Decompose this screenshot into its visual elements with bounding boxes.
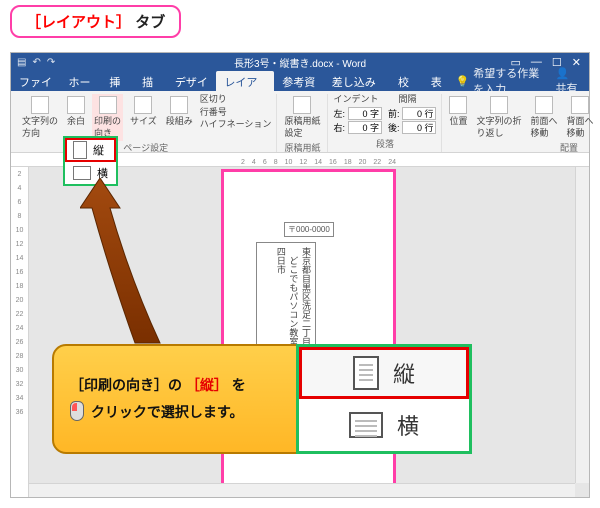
tab-design[interactable]: デザイン bbox=[167, 71, 217, 91]
columns-icon bbox=[170, 96, 188, 114]
spacing-before-input[interactable] bbox=[402, 107, 436, 120]
landscape-page-icon-big bbox=[349, 412, 383, 438]
tab-references[interactable]: 参考資料 bbox=[274, 71, 324, 91]
orientation-option-portrait[interactable]: 縦 bbox=[65, 138, 116, 162]
margins-button[interactable]: 余白 bbox=[65, 94, 87, 130]
position-label: 位置 bbox=[449, 116, 467, 128]
tellme-icon: 💡 bbox=[456, 75, 470, 88]
envelope-postal: 〒000-0000 bbox=[284, 222, 334, 237]
breaks-button[interactable]: 区切り bbox=[200, 94, 272, 106]
callout-p2a: クリック bbox=[91, 404, 147, 420]
columns-button[interactable]: 段組み bbox=[164, 94, 195, 130]
tab-file[interactable]: ファイル bbox=[11, 71, 61, 91]
orientation-dropdown-enlarged: 縦 横 bbox=[296, 344, 472, 454]
orientation-big-portrait[interactable]: 縦 bbox=[299, 347, 469, 399]
save-icon[interactable]: ▤ bbox=[17, 57, 26, 68]
callout-p2b: で選択します。 bbox=[147, 404, 244, 420]
wrap-text-icon bbox=[490, 96, 508, 114]
indent-left-label: 左: bbox=[333, 107, 345, 120]
orientation-button[interactable]: 印刷の 向き bbox=[92, 94, 123, 141]
margins-label: 余白 bbox=[67, 116, 85, 128]
annotation-layout-tab: ［レイアウト］ タブ bbox=[10, 5, 181, 38]
annotation-label: レイアウト bbox=[41, 14, 116, 31]
group-manuscript-label: 原稿用紙 bbox=[284, 141, 320, 156]
send-backward-icon bbox=[571, 96, 589, 114]
size-button[interactable]: サイズ bbox=[128, 94, 159, 130]
position-icon bbox=[449, 96, 467, 114]
ribbon-tabs: ファイル ホーム 挿入 描画 デザイン レイアウト 参考資料 差し込み文書 校閲… bbox=[11, 71, 589, 91]
hyphenation-button[interactable]: ハイフネーション bbox=[200, 119, 272, 131]
tab-home[interactable]: ホーム bbox=[61, 71, 102, 91]
callout-p1a: ［印刷の向き］の bbox=[70, 377, 182, 393]
portrait-label-big: 縦 bbox=[393, 357, 415, 389]
indent-header: インデント bbox=[333, 94, 378, 106]
tab-layout[interactable]: レイアウト bbox=[216, 71, 274, 91]
text-direction-button[interactable]: 文字列の 方向 bbox=[20, 94, 60, 141]
portrait-page-icon-big bbox=[353, 356, 379, 390]
bring-forward-button[interactable]: 前面へ 移動 bbox=[529, 94, 560, 141]
spacing-after-input[interactable] bbox=[402, 121, 436, 134]
size-icon bbox=[134, 96, 152, 114]
spacing-before-label: 前: bbox=[388, 107, 400, 120]
group-page-setup: 文字列の 方向 余白 印刷の 向き サイズ 段組み 区切り 行番号 ハイフネーシ… bbox=[15, 94, 277, 152]
bring-forward-icon bbox=[535, 96, 553, 114]
landscape-label: 横 bbox=[97, 165, 108, 181]
position-button[interactable]: 位置 bbox=[447, 94, 469, 130]
manuscript-button[interactable]: 原稿用紙 設定 bbox=[282, 94, 322, 141]
group-manuscript: 原稿用紙 設定 原稿用紙 bbox=[277, 94, 328, 152]
orientation-big-landscape[interactable]: 横 bbox=[299, 399, 469, 451]
landscape-page-icon bbox=[73, 166, 91, 180]
orientation-option-landscape[interactable]: 横 bbox=[65, 162, 116, 184]
quick-access-toolbar: ▤ ↶ ↷ bbox=[11, 57, 55, 68]
send-backward-label: 背面へ 移動 bbox=[567, 116, 594, 139]
wrap-text-label: 文字列の折 り返し bbox=[477, 116, 522, 139]
margins-icon bbox=[67, 96, 85, 114]
portrait-label: 縦 bbox=[93, 142, 104, 158]
orientation-dropdown: 縦 横 bbox=[63, 136, 118, 186]
group-page-setup-label: ページ設定 bbox=[123, 141, 168, 156]
spacing-header: 間隔 bbox=[398, 94, 416, 106]
tab-mailings[interactable]: 差し込み文書 bbox=[324, 71, 390, 91]
send-backward-button[interactable]: 背面へ 移動 bbox=[565, 94, 596, 141]
manuscript-label: 原稿用紙 設定 bbox=[284, 116, 320, 139]
indent-right-input[interactable] bbox=[348, 121, 382, 134]
annotation-bracket-close: ］ bbox=[116, 14, 131, 31]
landscape-label-big: 横 bbox=[397, 409, 419, 441]
text-direction-icon bbox=[31, 96, 49, 114]
tab-insert[interactable]: 挿入 bbox=[101, 71, 134, 91]
share-icon: 👤 bbox=[555, 68, 569, 80]
text-direction-label: 文字列の 方向 bbox=[22, 116, 58, 139]
indent-left-input[interactable] bbox=[348, 107, 382, 120]
callout-p1b: ［縦］ bbox=[186, 377, 228, 393]
undo-icon[interactable]: ↶ bbox=[32, 57, 40, 68]
annotation-suffix: タブ bbox=[135, 14, 165, 31]
wrap-text-button[interactable]: 文字列の折 り返し bbox=[475, 94, 524, 141]
callout-p1c: を bbox=[232, 377, 246, 393]
columns-label: 段組み bbox=[166, 116, 193, 128]
tab-draw[interactable]: 描画 bbox=[134, 71, 167, 91]
group-arrange: 位置 文字列の折 り返し 前面へ 移動 背面へ 移動 オブジェクトの 選択と表示… bbox=[442, 94, 600, 152]
bring-forward-label: 前面へ 移動 bbox=[531, 116, 558, 139]
portrait-page-icon bbox=[73, 141, 87, 159]
ruler-vertical: 24681012141618202224262830323436 bbox=[11, 167, 29, 497]
tab-view[interactable]: 表示 bbox=[423, 71, 456, 91]
group-paragraph-label: 段落 bbox=[376, 137, 394, 152]
scrollbar-vertical[interactable] bbox=[575, 167, 589, 483]
indent-right-label: 右: bbox=[333, 121, 345, 134]
size-label: サイズ bbox=[130, 116, 157, 128]
redo-icon[interactable]: ↷ bbox=[47, 57, 55, 68]
group-paragraph: インデント 間隔 左: 前: 右: 後: 段落 bbox=[328, 94, 442, 152]
orientation-icon bbox=[99, 96, 117, 114]
scrollbar-horizontal[interactable] bbox=[29, 483, 575, 497]
tab-review[interactable]: 校閲 bbox=[390, 71, 423, 91]
spacing-after-label: 後: bbox=[388, 121, 400, 134]
line-numbers-button[interactable]: 行番号 bbox=[200, 107, 272, 119]
manuscript-icon bbox=[293, 96, 311, 114]
mouse-icon bbox=[70, 401, 84, 421]
annotation-bracket-open: ［ bbox=[26, 14, 41, 31]
group-arrange-label: 配置 bbox=[560, 141, 578, 156]
